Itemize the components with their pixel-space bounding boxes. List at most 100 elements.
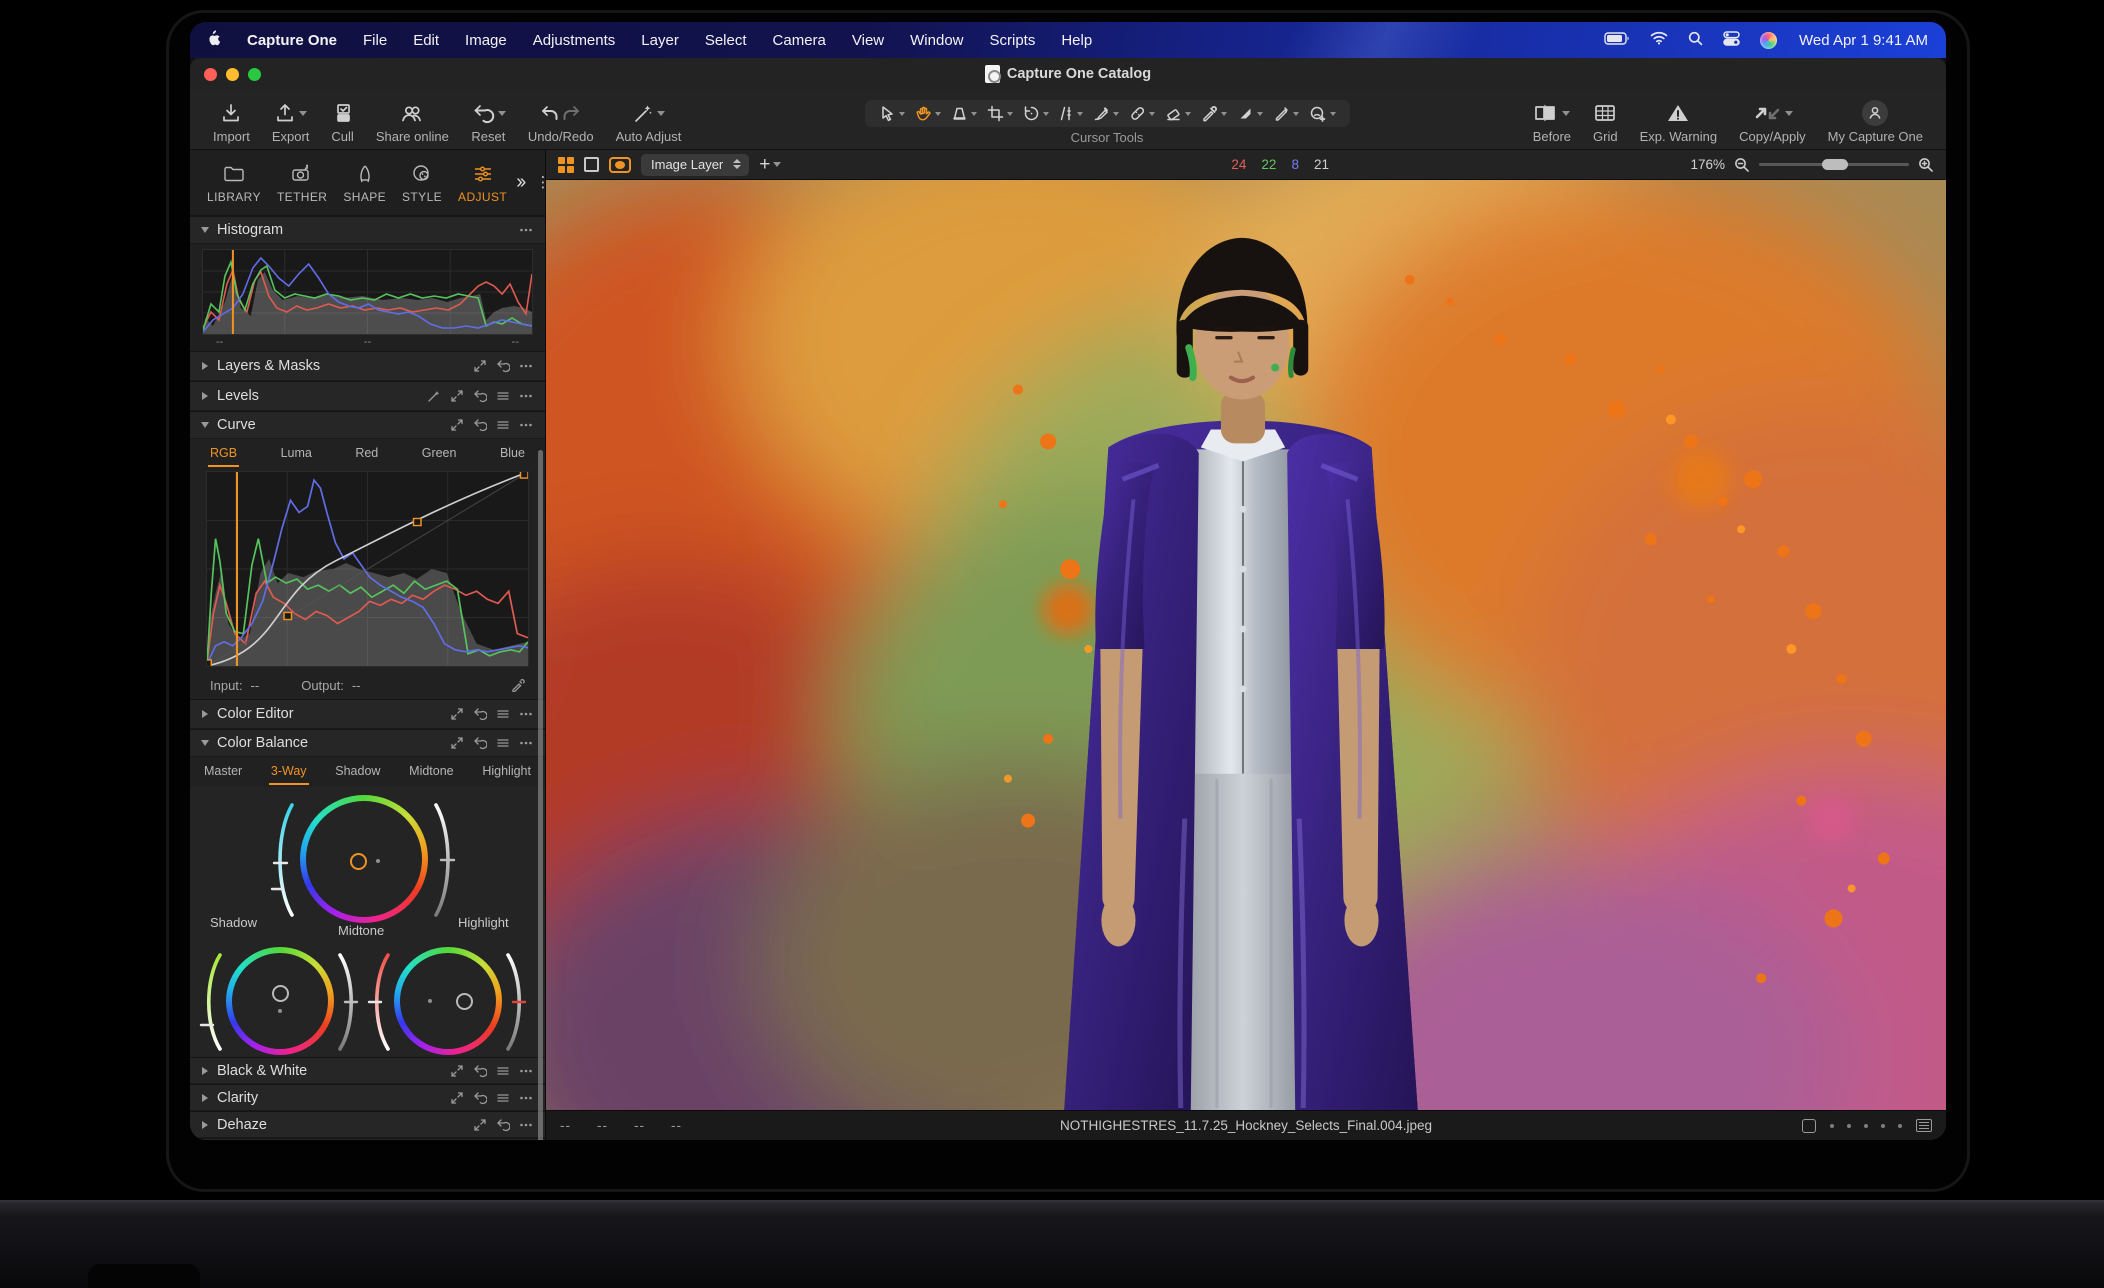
add-layer-button[interactable]: + [759,154,781,176]
straighten-tool[interactable] [1055,103,1087,124]
presets-menu-icon[interactable] [496,389,510,403]
reset-panel-icon[interactable] [473,736,487,750]
apple-menu-icon[interactable] [206,30,221,51]
more-icon[interactable] [519,389,533,403]
curve-tab-green[interactable]: Green [420,441,459,467]
layer-dropdown[interactable]: Image Layer [641,154,749,176]
import-button[interactable]: Import [204,92,259,149]
select-checkbox[interactable] [1802,1119,1816,1133]
rotate-tool[interactable] [1019,103,1053,124]
expand-panel-icon[interactable] [450,1064,464,1078]
keystone-tool[interactable] [947,103,981,124]
curve-tab-red[interactable]: Red [353,441,380,467]
expand-tabs-icon[interactable]: ›› [516,171,523,194]
pan-tool[interactable] [911,103,945,124]
zoom-button[interactable] [248,68,261,81]
multi-view-icon[interactable] [558,157,574,173]
undo-redo-button[interactable]: Undo/Redo [519,92,603,149]
zoom-level[interactable]: 176% [1690,157,1725,172]
minimize-button[interactable] [226,68,239,81]
menu-app-name[interactable]: Capture One [247,32,337,49]
select-tool[interactable] [875,103,909,124]
battery-icon[interactable] [1604,32,1630,49]
before-button[interactable]: Before [1524,92,1580,149]
color-editor-header[interactable]: Color Editor [190,699,545,729]
more-icon[interactable] [519,707,533,721]
more-icon[interactable] [519,418,533,432]
layers-masks-header[interactable]: Layers & Masks [190,351,545,381]
single-view-icon[interactable] [584,157,599,172]
crop-tool[interactable] [983,103,1017,124]
presets-menu-icon[interactable] [496,707,510,721]
curve-graph[interactable] [206,471,529,667]
clarity-header[interactable]: Clarity [190,1084,545,1111]
menu-view[interactable]: View [852,32,884,49]
zoom-slider-thumb[interactable] [1822,159,1848,170]
kebab-menu-icon[interactable]: ⋮ [535,180,546,185]
list-view-icon[interactable] [1916,1119,1932,1132]
menu-scripts[interactable]: Scripts [990,32,1036,49]
curve-picker-icon[interactable] [511,678,525,692]
cb-tab-midtone[interactable]: Midtone [407,759,455,785]
zoom-out-icon[interactable] [1734,157,1750,173]
tab-tether[interactable]: TETHER [270,159,334,208]
highlight-wheel[interactable] [394,947,502,1055]
reset-panel-icon[interactable] [473,707,487,721]
mask-visibility-icon[interactable] [609,157,631,173]
reset-panel-icon[interactable] [473,418,487,432]
cb-tab-shadow[interactable]: Shadow [333,759,382,785]
shadow-wheel[interactable] [226,947,334,1055]
expand-panel-icon[interactable] [450,1091,464,1105]
exposure-warning-button[interactable]: Exp. Warning [1631,92,1727,149]
menu-adjustments[interactable]: Adjustments [533,32,616,49]
zoom-slider[interactable] [1759,163,1909,166]
reset-panel-icon[interactable] [473,1064,487,1078]
draw-mask-tool[interactable] [1089,103,1123,124]
more-icon[interactable] [519,359,533,373]
pick-color-tool[interactable] [1197,103,1231,124]
control-center-icon[interactable] [1723,31,1740,50]
zoom-in-icon[interactable] [1918,157,1934,173]
menu-camera[interactable]: Camera [773,32,826,49]
copy-apply-button[interactable]: Copy/Apply [1730,92,1814,149]
reset-panel-icon[interactable] [496,359,510,373]
menu-clock[interactable]: Wed Apr 1 9:41 AM [1799,32,1928,49]
menu-layer[interactable]: Layer [641,32,679,49]
menu-select[interactable]: Select [705,32,747,49]
reset-panel-icon[interactable] [473,1091,487,1105]
spot-removal-tool[interactable] [1305,103,1340,124]
wifi-icon[interactable] [1650,31,1668,49]
reset-button[interactable]: Reset [462,92,515,149]
menu-edit[interactable]: Edit [413,32,439,49]
more-icon[interactable] [519,1064,533,1078]
expand-panel-icon[interactable] [473,359,487,373]
menu-help[interactable]: Help [1061,32,1092,49]
tab-adjust[interactable]: ADJUST [451,159,514,208]
cb-tab-highlight[interactable]: Highlight [480,759,533,785]
menu-image[interactable]: Image [465,32,507,49]
more-icon[interactable] [519,1091,533,1105]
erase-mask-tool[interactable] [1161,103,1195,124]
levels-header[interactable]: Levels [190,381,545,411]
rating-dots[interactable] [1830,1124,1902,1128]
photo-canvas[interactable] [546,180,1946,1110]
cb-tab-3way[interactable]: 3-Way [269,759,309,785]
auto-wand-icon[interactable] [427,389,441,403]
sidebar-scrollbar[interactable] [538,450,543,1140]
dehaze-header[interactable]: Dehaze [190,1111,545,1138]
expand-panel-icon[interactable] [450,418,464,432]
tab-style[interactable]: STYLE [395,159,449,208]
heal-tool[interactable] [1125,103,1159,124]
tab-shape[interactable]: SHAPE [336,159,393,208]
curve-tab-rgb[interactable]: RGB [208,441,239,467]
auto-adjust-button[interactable]: Auto Adjust [607,92,691,149]
grid-button[interactable]: Grid [1584,92,1627,149]
search-icon[interactable] [1688,31,1703,50]
histogram-header[interactable]: Histogram [190,216,545,244]
annotate-tool[interactable] [1269,103,1303,124]
curve-tab-luma[interactable]: Luma [279,441,314,467]
color-balance-header[interactable]: Color Balance [190,729,545,757]
menu-file[interactable]: File [363,32,387,49]
more-icon[interactable] [519,736,533,750]
presets-menu-icon[interactable] [496,736,510,750]
